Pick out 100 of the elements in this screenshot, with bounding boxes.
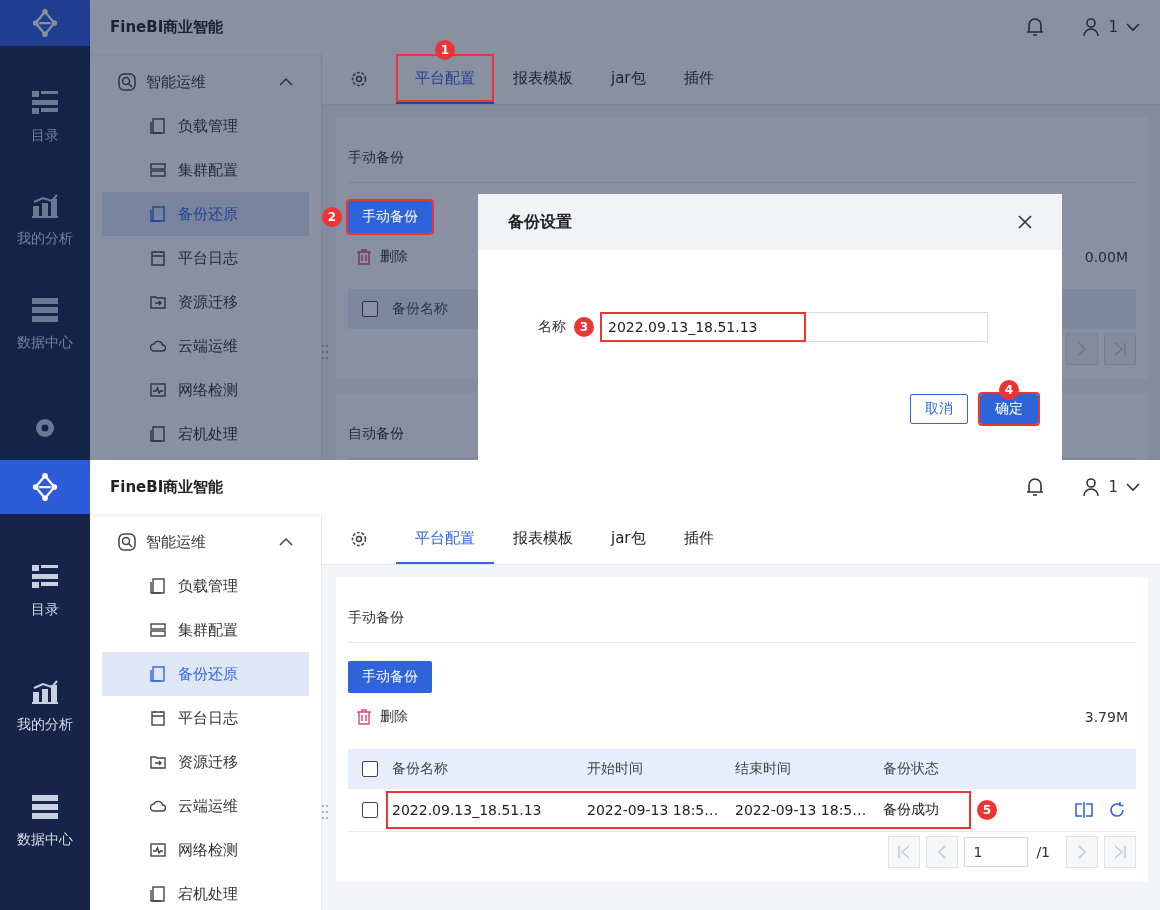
step-badge: 3: [574, 317, 594, 337]
checkbox[interactable]: [362, 802, 378, 818]
nav-item[interactable]: 目录: [31, 554, 59, 629]
last-page-icon: [1113, 342, 1127, 356]
storage-size: 3.79M: [1084, 709, 1128, 725]
user-menu[interactable]: 1: [1082, 17, 1140, 37]
menu-item[interactable]: 集群配置: [102, 608, 309, 652]
step-badge: 2: [322, 207, 342, 227]
document-icon: [150, 206, 166, 222]
section-title: 手动备份: [348, 577, 1136, 643]
server-icon: [150, 162, 166, 178]
close-icon[interactable]: [1018, 215, 1032, 229]
tab[interactable]: 报表模板: [494, 514, 592, 564]
nav-item[interactable]: 目录: [31, 85, 59, 150]
step-badge: 5: [977, 800, 997, 820]
first-page-icon: [897, 845, 912, 859]
column-header: 开始时间: [587, 760, 644, 778]
drag-handle-icon[interactable]: [322, 804, 328, 820]
menu-item[interactable]: 负载管理: [102, 104, 309, 148]
menu-item[interactable]: 网络检测: [102, 368, 309, 412]
menu-item[interactable]: 宕机处理: [102, 872, 309, 910]
table-cell-text: 2022-09-13 18:5…: [735, 802, 868, 818]
delete-button[interactable]: 删除: [356, 708, 408, 726]
menu-item[interactable]: 资源迁移: [102, 740, 309, 784]
menu-group[interactable]: 智能运维: [102, 520, 309, 564]
column-header: 备份名称: [392, 300, 449, 318]
tab[interactable]: 平台配置: [396, 514, 494, 564]
menu-item[interactable]: 集群配置: [102, 148, 309, 192]
document-icon: [150, 886, 166, 902]
nav-item[interactable]: 我的分析: [17, 669, 73, 744]
menu-item[interactable]: 云端运维: [102, 324, 309, 368]
name-field[interactable]: 2022.09.13_18.51.13: [600, 312, 988, 342]
bar-chart-icon: [32, 194, 58, 219]
menu-item[interactable]: 平台日志: [102, 236, 309, 280]
document-icon: [150, 578, 166, 594]
logo-icon: [30, 472, 60, 502]
column-header: 结束时间: [735, 760, 792, 778]
step-badge: 4: [999, 380, 1019, 400]
import-icon: [150, 294, 166, 310]
table-cell-text: 备份成功: [883, 801, 940, 819]
pulse-icon: [150, 382, 166, 398]
checkbox[interactable]: [362, 761, 378, 777]
tab[interactable]: 插件: [664, 514, 733, 564]
cancel-button[interactable]: 取消: [910, 394, 968, 424]
chevron-down-icon: [1126, 482, 1140, 492]
settings-icon[interactable]: [350, 70, 368, 88]
cloud-icon: [150, 798, 166, 814]
app-title: FineBI商业智能: [110, 17, 224, 37]
settings-icon[interactable]: [350, 530, 368, 548]
tab[interactable]: 报表模板: [494, 54, 592, 104]
bar-chart-icon: [32, 679, 58, 704]
tab[interactable]: 插件: [664, 54, 733, 104]
server-icon: [32, 297, 58, 322]
menu-item[interactable]: 平台日志: [102, 696, 309, 740]
user-menu[interactable]: 1: [1082, 477, 1140, 497]
drag-handle-icon[interactable]: [322, 344, 328, 360]
calendar-icon: [150, 250, 166, 266]
table-cell-text: 2022-09-13 18:5…: [587, 802, 720, 818]
nav-item[interactable]: 我的分析: [17, 189, 73, 253]
logo-icon: [30, 7, 60, 38]
user-icon: [1082, 477, 1101, 497]
tab[interactable]: jar包: [592, 54, 665, 104]
nav-item[interactable]: 数据中心: [17, 292, 73, 357]
server-icon: [32, 794, 58, 819]
delete-button[interactable]: 删除: [356, 248, 408, 266]
document-icon: [150, 118, 166, 134]
magnifier-icon: [118, 533, 136, 551]
confirm-button[interactable]: 确定: [980, 394, 1038, 424]
server-icon: [150, 622, 166, 638]
nav-item[interactable]: 数据中心: [17, 784, 73, 859]
document-icon: [150, 666, 166, 682]
backup-button[interactable]: 手动备份: [348, 201, 432, 233]
dialog-title: 备份设置: [508, 211, 572, 233]
user-icon: [1082, 17, 1101, 37]
menu-group[interactable]: 智能运维: [102, 60, 309, 104]
menu-item[interactable]: 资源迁移: [102, 280, 309, 324]
refresh-icon[interactable]: [1108, 801, 1126, 819]
menu-item[interactable]: 云端运维: [102, 784, 309, 828]
trash-icon: [356, 709, 372, 725]
menu-item[interactable]: 备份还原: [102, 652, 309, 696]
column-header: 备份名称: [392, 760, 449, 778]
table-cell-text: 2022.09.13_18.51.13: [392, 802, 543, 818]
restore-icon[interactable]: [1074, 801, 1094, 819]
list-icon: [32, 90, 58, 115]
storage-size: 0.00M: [1084, 249, 1128, 265]
cloud-icon: [150, 338, 166, 354]
last-page-icon: [1113, 845, 1127, 859]
chevron-right-icon: [1075, 342, 1089, 356]
magnifier-icon: [118, 73, 136, 91]
menu-item[interactable]: 网络检测: [102, 828, 309, 872]
backup-button[interactable]: 手动备份: [348, 661, 432, 693]
import-icon: [150, 754, 166, 770]
tab[interactable]: jar包: [592, 514, 665, 564]
checkbox[interactable]: [362, 301, 378, 317]
pulse-icon: [150, 842, 166, 858]
menu-item[interactable]: 宕机处理: [102, 412, 309, 456]
tab[interactable]: 平台配置: [396, 54, 494, 104]
bell-icon[interactable]: [1026, 477, 1045, 497]
field-label: 名称: [538, 318, 566, 336]
menu-item[interactable]: 负载管理: [102, 564, 309, 608]
